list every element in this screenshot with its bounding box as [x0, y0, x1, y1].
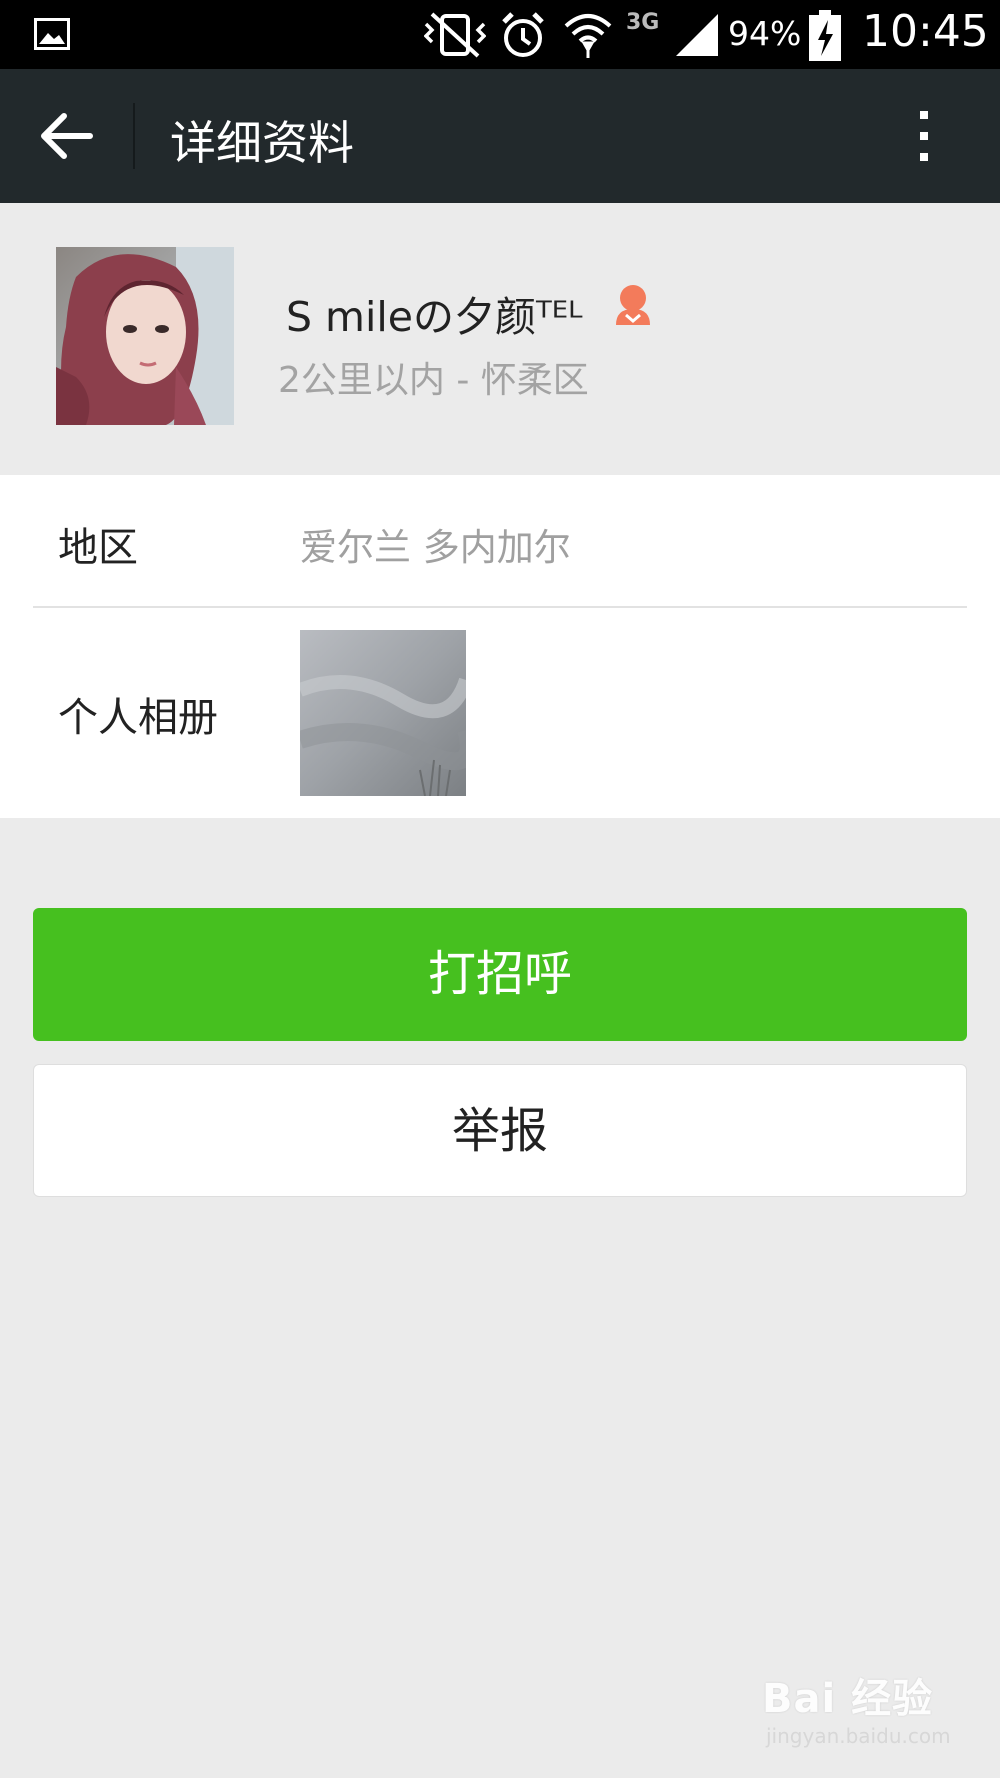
signal-icon	[676, 14, 718, 56]
title-divider	[133, 103, 135, 169]
album-label: 个人相册	[58, 695, 218, 741]
more-vertical-icon	[920, 111, 928, 161]
battery-percent: 94%	[728, 14, 802, 53]
distance-location: 2公里以内 - 怀柔区	[278, 360, 589, 401]
clock: 10:45	[862, 6, 989, 57]
album-photo[interactable]	[297, 630, 478, 797]
female-icon	[612, 283, 654, 331]
gallery-notification-icon	[34, 18, 70, 54]
watermark-main: Bai 经验	[762, 1676, 934, 1722]
battery-charging-icon	[809, 10, 841, 61]
page-title: 详细资料	[170, 116, 354, 170]
title-bar: 详细资料	[0, 69, 1000, 203]
greet-button[interactable]: 打招呼	[33, 908, 967, 1041]
watermark-url: jingyan.baidu.com	[766, 1724, 951, 1748]
report-button[interactable]: 举报	[33, 1064, 967, 1197]
back-button[interactable]	[28, 99, 108, 173]
wifi-icon	[564, 14, 612, 58]
region-label: 地区	[58, 525, 138, 571]
info-list: 地区 爱尔兰 多内加尔 个人相册	[0, 475, 1000, 818]
network-type: 3G	[626, 10, 660, 35]
baidu-watermark: Bai 经验 jingyan.baidu.com	[762, 1666, 951, 1748]
vibrate-icon	[424, 12, 486, 58]
avatar[interactable]	[56, 247, 234, 425]
alarm-icon	[502, 12, 544, 57]
profile-header: S mileの夕颜ᵀᴱᴸ 2公里以内 - 怀柔区	[0, 203, 1000, 475]
back-arrow-icon	[41, 113, 93, 159]
status-bar: 3G 94% 10:45	[0, 0, 1000, 69]
row-divider	[33, 606, 967, 608]
nickname: S mileの夕颜ᵀᴱᴸ	[286, 293, 583, 341]
more-menu-button[interactable]	[900, 99, 948, 173]
region-value: 爱尔兰 多内加尔	[300, 526, 571, 569]
